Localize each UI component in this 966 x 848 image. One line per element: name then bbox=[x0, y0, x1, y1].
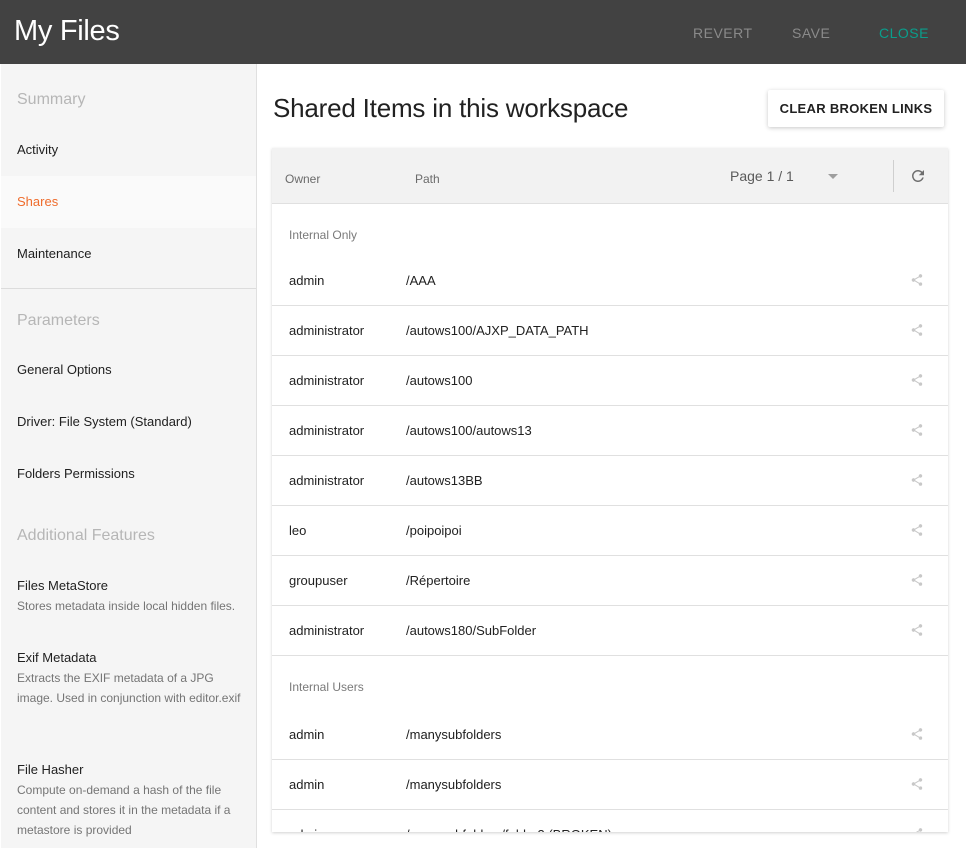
sidebar: Summary Activity Shares Maintenance Para… bbox=[1, 64, 257, 848]
revert-button[interactable]: REVERT bbox=[693, 25, 753, 41]
table-row[interactable]: administrator /autows13BB bbox=[272, 456, 948, 506]
row-owner: administrator bbox=[289, 373, 365, 388]
sidebar-item-file-hasher[interactable]: File Hasher Compute on-demand a hash of … bbox=[17, 762, 245, 840]
pagination-select[interactable]: Page 1 / 1 bbox=[730, 168, 794, 184]
sidebar-item-exif-metadata[interactable]: Exif Metadata Extracts the EXIF metadata… bbox=[17, 650, 245, 708]
share-icon[interactable] bbox=[910, 726, 924, 742]
row-path: /manysubfolders bbox=[406, 777, 502, 792]
share-icon[interactable] bbox=[910, 272, 924, 288]
sidebar-item-activity[interactable]: Activity bbox=[1, 124, 256, 176]
sidebar-item-label: Driver: File System (Standard) bbox=[17, 414, 192, 429]
column-header-owner[interactable]: Owner bbox=[285, 172, 320, 186]
sidebar-item-label: Activity bbox=[17, 142, 59, 157]
table-row[interactable]: administrator /autows100/AJXP_DATA_PATH bbox=[272, 306, 948, 356]
share-icon[interactable] bbox=[910, 776, 924, 792]
row-owner: administrator bbox=[289, 623, 365, 638]
refresh-icon[interactable] bbox=[909, 167, 927, 185]
table-row[interactable]: administrator /autows180/SubFolder bbox=[272, 606, 948, 656]
page-title: Shared Items in this workspace bbox=[273, 93, 629, 123]
table-header: Owner Path Page 1 / 1 bbox=[272, 148, 948, 204]
share-icon[interactable] bbox=[910, 372, 924, 388]
row-path: /autows100 bbox=[406, 373, 473, 388]
share-icon[interactable] bbox=[910, 826, 924, 832]
plugin-description: Stores metadata inside local hidden file… bbox=[17, 599, 236, 613]
close-button[interactable]: CLOSE bbox=[879, 25, 929, 41]
app-header: My Files REVERT SAVE CLOSE bbox=[0, 0, 966, 64]
sidebar-item-general-options[interactable]: General Options bbox=[1, 344, 256, 396]
table-row[interactable]: groupuser /Répertoire bbox=[272, 556, 948, 606]
plugin-name: File Hasher bbox=[17, 762, 84, 777]
table-row[interactable]: admin /AAA bbox=[272, 256, 948, 306]
row-owner: admin bbox=[289, 273, 325, 288]
row-path: /manysubfolders bbox=[406, 727, 502, 742]
table-row[interactable]: admin /manysubfolders/folder3 (BROKEN) bbox=[272, 810, 948, 832]
app-title: My Files bbox=[14, 15, 120, 47]
sidebar-item-files-metastore[interactable]: Files MetaStore Stores metadata inside l… bbox=[17, 578, 245, 616]
row-path: /manysubfolders/folder3 (BROKEN) bbox=[406, 827, 612, 832]
sidebar-item-maintenance[interactable]: Maintenance bbox=[1, 228, 256, 280]
sidebar-item-label: General Options bbox=[17, 362, 112, 377]
row-owner: administrator bbox=[289, 473, 365, 488]
row-path: /Répertoire bbox=[406, 573, 471, 588]
sidebar-section-summary: Summary bbox=[17, 91, 86, 108]
sidebar-item-folders-permissions[interactable]: Folders Permissions bbox=[1, 448, 256, 500]
table-row[interactable]: administrator /autows100 bbox=[272, 356, 948, 406]
share-icon[interactable] bbox=[910, 472, 924, 488]
row-owner: admin bbox=[289, 727, 325, 742]
sidebar-item-driver[interactable]: Driver: File System (Standard) bbox=[1, 396, 256, 448]
table-row[interactable]: administrator /autows100/autows13 bbox=[272, 406, 948, 456]
share-icon[interactable] bbox=[910, 622, 924, 638]
chevron-down-icon[interactable] bbox=[828, 174, 838, 179]
group-header-internal-users: Internal Users bbox=[289, 680, 364, 694]
row-path: /autows100/autows13 bbox=[406, 423, 532, 438]
plugin-description: Compute on-demand a hash of the file con… bbox=[17, 783, 231, 837]
sidebar-section-features: Additional Features bbox=[17, 527, 155, 544]
column-header-path[interactable]: Path bbox=[415, 172, 440, 186]
sidebar-section-parameters: Parameters bbox=[17, 312, 100, 329]
share-icon[interactable] bbox=[910, 572, 924, 588]
group-header-internal-only: Internal Only bbox=[289, 228, 358, 242]
sidebar-item-label: Maintenance bbox=[17, 246, 92, 261]
sidebar-item-label: Folders Permissions bbox=[17, 466, 135, 481]
sidebar-item-label: Shares bbox=[17, 194, 59, 209]
share-icon[interactable] bbox=[910, 522, 924, 538]
table-row[interactable]: admin /manysubfolders bbox=[272, 760, 948, 810]
save-button[interactable]: SAVE bbox=[792, 25, 830, 41]
plugin-name: Files MetaStore bbox=[17, 578, 109, 593]
row-path: /autows13BB bbox=[406, 473, 483, 488]
header-divider bbox=[893, 160, 894, 192]
table-row[interactable]: admin /manysubfolders bbox=[272, 710, 948, 760]
shares-table: Owner Path Page 1 / 1 Internal Only admi… bbox=[272, 148, 948, 832]
clear-broken-links-button[interactable]: CLEAR BROKEN LINKS bbox=[768, 90, 944, 127]
share-icon[interactable] bbox=[910, 422, 924, 438]
row-owner: administrator bbox=[289, 423, 365, 438]
sidebar-divider bbox=[1, 288, 256, 289]
row-path: /autows100/AJXP_DATA_PATH bbox=[406, 323, 589, 338]
row-owner: admin bbox=[289, 827, 324, 832]
row-owner: groupuser bbox=[289, 573, 348, 588]
share-icon[interactable] bbox=[910, 322, 924, 338]
plugin-name: Exif Metadata bbox=[17, 650, 97, 665]
plugin-description: Extracts the EXIF metadata of a JPG imag… bbox=[17, 671, 241, 705]
row-path: /AAA bbox=[406, 273, 436, 288]
row-owner: admin bbox=[289, 777, 325, 792]
sidebar-item-shares[interactable]: Shares bbox=[1, 176, 256, 228]
row-path: /poipoipoi bbox=[406, 523, 462, 538]
row-owner: administrator bbox=[289, 323, 365, 338]
row-path: /autows180/SubFolder bbox=[406, 623, 537, 638]
row-owner: leo bbox=[289, 523, 307, 538]
table-row[interactable]: leo /poipoipoi bbox=[272, 506, 948, 556]
